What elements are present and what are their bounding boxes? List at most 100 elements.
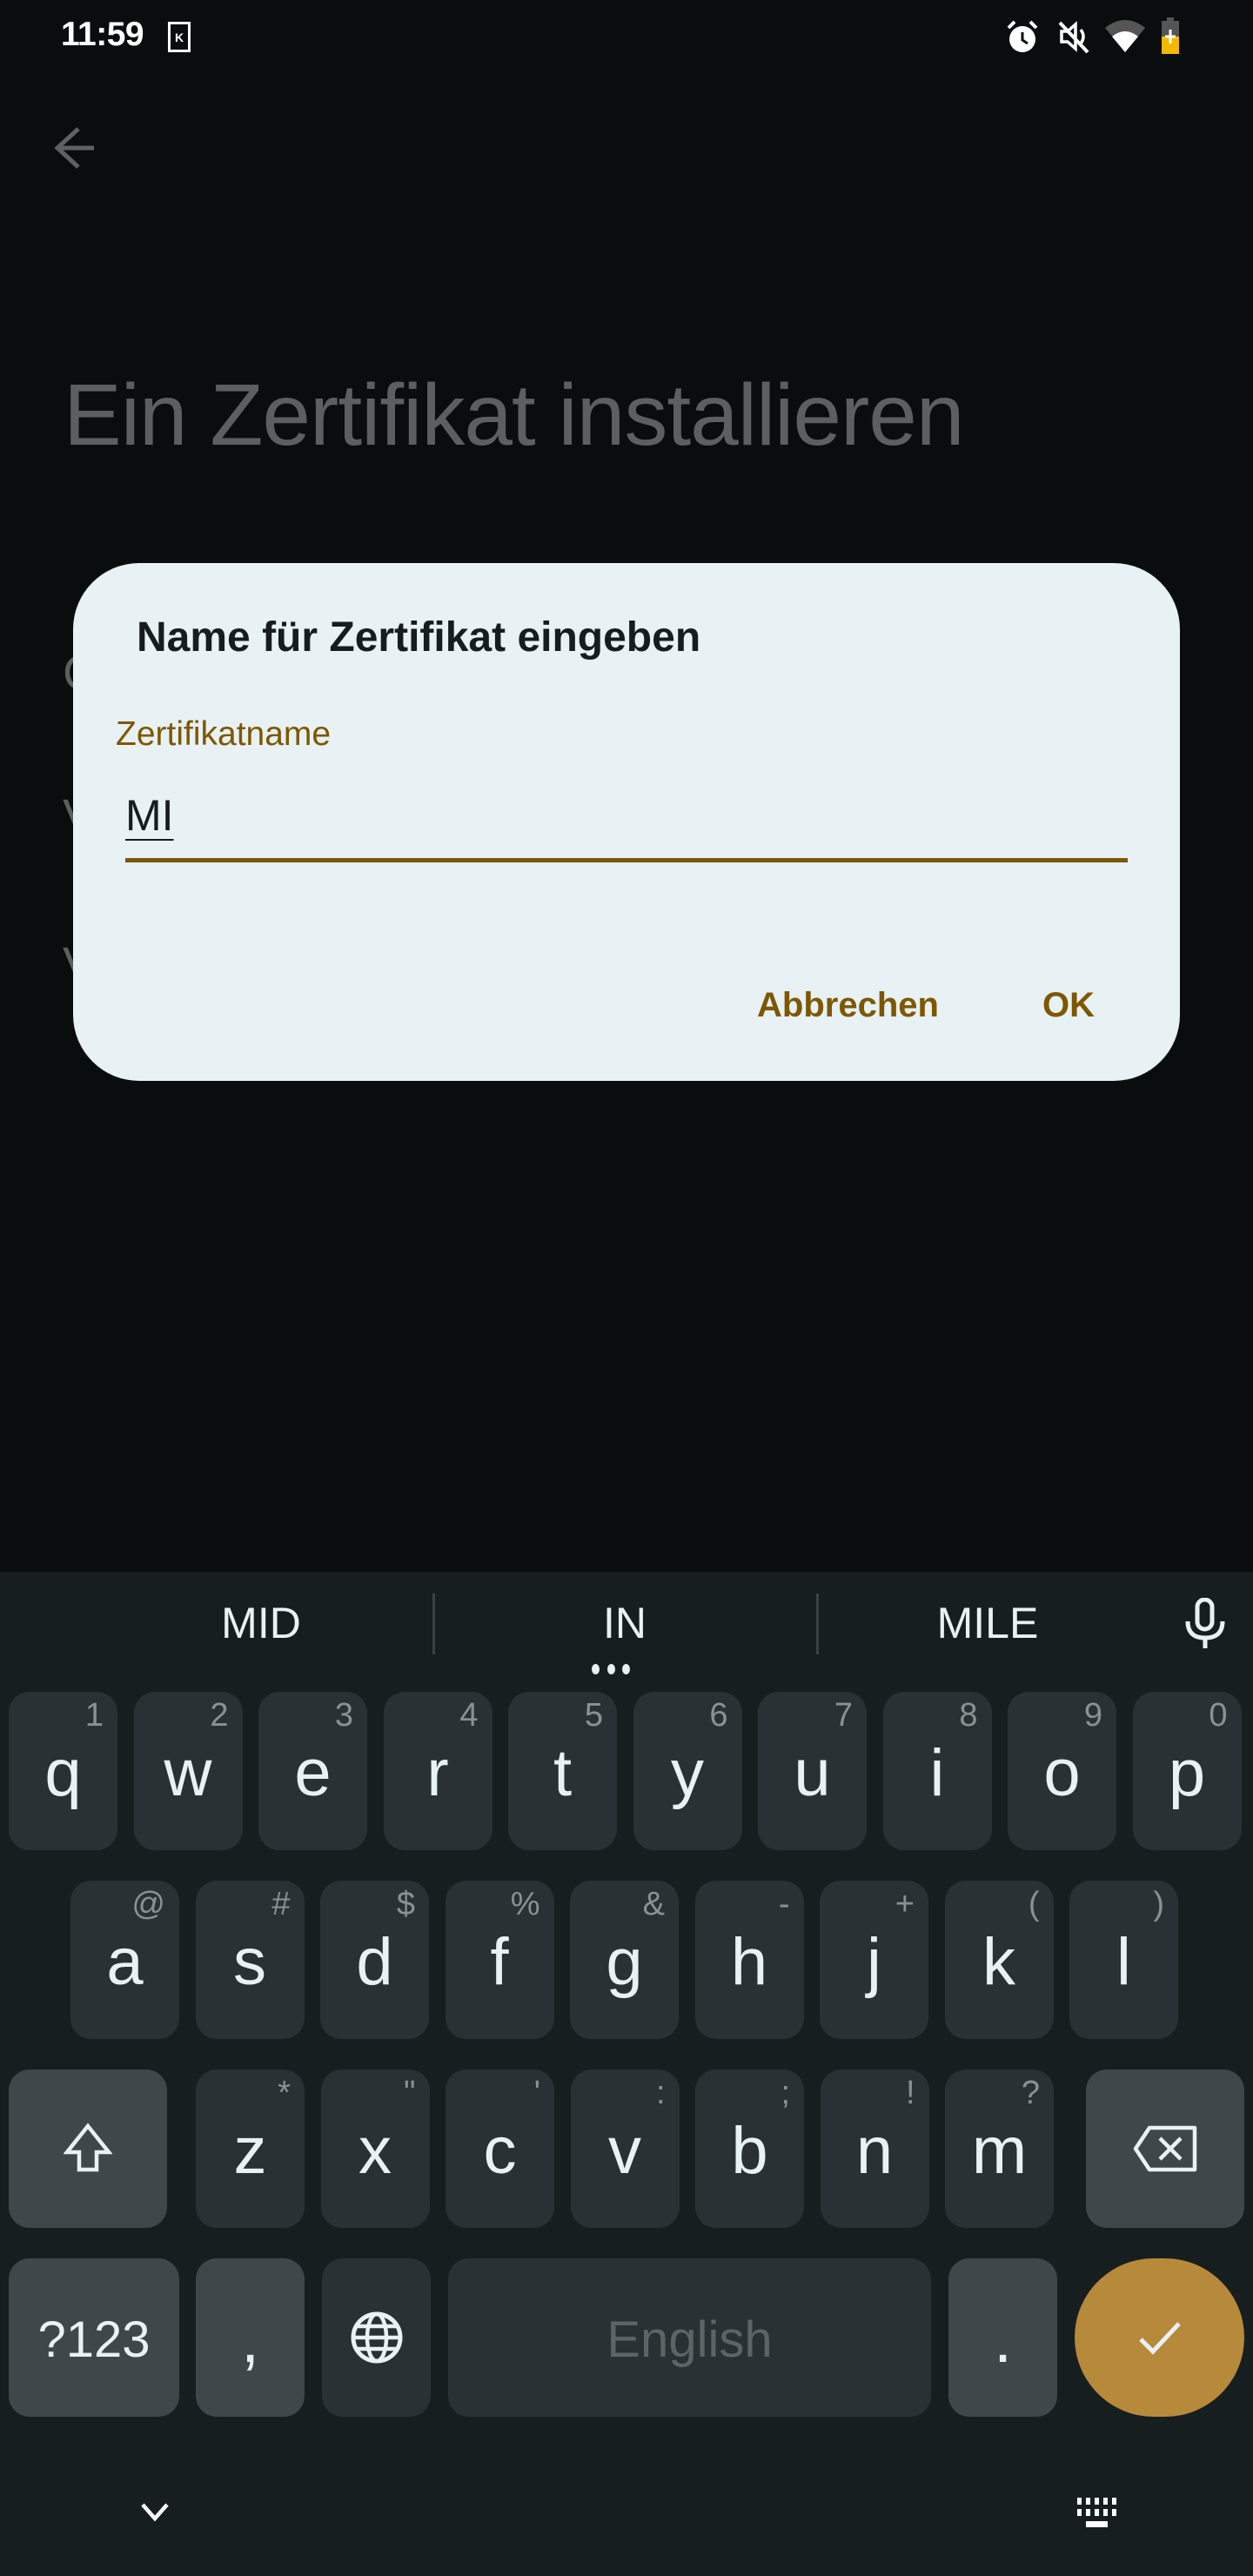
key-hint: 8 (959, 1697, 978, 1734)
key-b[interactable]: ; b (695, 2070, 804, 2228)
key-label: m (971, 2113, 1028, 2188)
page-title: Ein Zertifikat installieren (64, 366, 965, 464)
key-hint: 9 (1083, 1697, 1102, 1734)
microphone-icon[interactable] (1183, 1598, 1227, 1650)
battery-charging-icon (1162, 17, 1179, 54)
dialog-title: Name für Zertifikat eingeben (137, 614, 701, 661)
key-c[interactable]: ' c (446, 2070, 554, 2228)
key-hint: 6 (709, 1697, 728, 1734)
ok-button[interactable]: OK (1039, 981, 1098, 1030)
key-label: b (731, 2113, 768, 2188)
suggestion-item[interactable]: MILE (857, 1598, 1118, 1648)
suggestion-item[interactable]: IN (494, 1598, 755, 1648)
key-hint: & (642, 1886, 665, 1922)
key-z[interactable]: * z (196, 2070, 305, 2228)
shift-key[interactable] (9, 2070, 167, 2228)
key-hint: @ (131, 1886, 165, 1922)
key-t[interactable]: 5t (508, 1692, 617, 1850)
suggestion-item[interactable]: MID (131, 1598, 392, 1648)
key-f[interactable]: % f (445, 1881, 554, 2039)
cancel-button[interactable]: Abbrechen (754, 981, 942, 1030)
key-hint: ' (533, 2075, 540, 2111)
key-hint: " (404, 2075, 416, 2111)
space-key-label: English (606, 2311, 773, 2368)
key-hint: 2 (210, 1697, 229, 1734)
key-label: i (929, 1735, 945, 1810)
key-label: j (867, 1924, 881, 1999)
key-j[interactable]: + j (820, 1881, 928, 2039)
key-hint: ) (1153, 1886, 1164, 1922)
key-hint: 7 (834, 1697, 853, 1734)
comma-key-label: , (240, 2302, 260, 2377)
key-q[interactable]: 1q (9, 1692, 117, 1850)
key-o[interactable]: 9o (1008, 1692, 1116, 1850)
key-y[interactable]: 6y (633, 1692, 742, 1850)
key-u[interactable]: 7u (758, 1692, 867, 1850)
language-key[interactable] (322, 2258, 431, 2417)
symbols-key[interactable]: ?123 (9, 2258, 179, 2417)
key-w[interactable]: 2w (133, 1692, 243, 1850)
key-v[interactable]: :v (570, 2070, 680, 2228)
certificate-name-dialog: Name für Zertifikat eingeben Zertifikatn… (73, 563, 1180, 1081)
key-label: k (982, 1924, 1015, 1999)
status-time: 11:59 (61, 16, 144, 53)
key-label: d (356, 1924, 393, 1999)
key-hint: : (655, 2075, 666, 2111)
key-label: r (426, 1735, 449, 1810)
key-label: p (1168, 1735, 1206, 1810)
suggestion-strip: MID IN MILE (0, 1572, 1253, 1680)
key-i[interactable]: 8i (882, 1692, 992, 1850)
key-hint: 1 (84, 1697, 104, 1734)
key-hint: * (278, 2075, 291, 2111)
key-e[interactable]: 3e (258, 1692, 367, 1850)
certificate-name-label: Zertifikatname (116, 715, 332, 753)
wifi-icon (1105, 20, 1145, 52)
more-suggestions-icon[interactable] (592, 1664, 630, 1674)
key-label: o (1043, 1735, 1081, 1810)
key-hint: $ (396, 1886, 415, 1922)
key-r[interactable]: 4r (383, 1692, 492, 1850)
notification-letter: K (174, 30, 184, 44)
key-hint: 3 (334, 1697, 353, 1734)
key-x[interactable]: " x (320, 2070, 430, 2228)
key-n[interactable]: ! n (820, 2070, 929, 2228)
hide-keyboard-chevron-down-icon[interactable] (137, 2499, 172, 2526)
suggestion-divider (816, 1593, 819, 1654)
key-hint: # (271, 1886, 291, 1922)
key-l[interactable]: ) l (1069, 1881, 1178, 2039)
back-arrow-icon[interactable] (49, 124, 97, 172)
key-hint: 4 (459, 1697, 479, 1734)
key-m[interactable]: ? m (945, 2070, 1054, 2228)
backspace-key[interactable] (1086, 2070, 1244, 2228)
key-label: h (730, 1924, 768, 1999)
backspace-icon (1133, 2125, 1197, 2172)
key-hint: ? (1021, 2075, 1040, 2111)
key-p[interactable]: 0p (1132, 1692, 1242, 1850)
key-label: q (44, 1735, 82, 1810)
comma-key[interactable]: , (196, 2258, 305, 2417)
checkmark-icon (1138, 2322, 1181, 2355)
enter-done-key[interactable] (1075, 2258, 1244, 2417)
key-hint: - (778, 1886, 790, 1922)
key-label: n (855, 2113, 894, 2188)
key-label: g (606, 1924, 643, 1999)
key-hint: % (510, 1886, 540, 1922)
key-h[interactable]: -h (694, 1881, 804, 2039)
key-hint: 0 (1209, 1697, 1228, 1734)
key-g[interactable]: & g (570, 1881, 679, 2039)
key-hint: + (895, 1886, 915, 1922)
key-label: l (1116, 1924, 1131, 1999)
key-label: c (483, 2113, 517, 2188)
keyboard-switcher-icon[interactable] (1075, 2496, 1119, 2531)
key-s[interactable]: # s (195, 1881, 305, 2039)
key-a[interactable]: @ a (70, 1881, 179, 2039)
key-d[interactable]: $ d (320, 1881, 429, 2039)
key-label: f (490, 1924, 509, 1999)
key-label: z (233, 2113, 267, 2188)
globe-icon (351, 2311, 402, 2364)
period-key[interactable]: . (948, 2258, 1057, 2417)
volume-muted-icon (1058, 21, 1089, 54)
space-key[interactable]: English (448, 2258, 931, 2417)
key-k[interactable]: (k (944, 1881, 1054, 2039)
certificate-name-input[interactable] (125, 788, 1128, 862)
